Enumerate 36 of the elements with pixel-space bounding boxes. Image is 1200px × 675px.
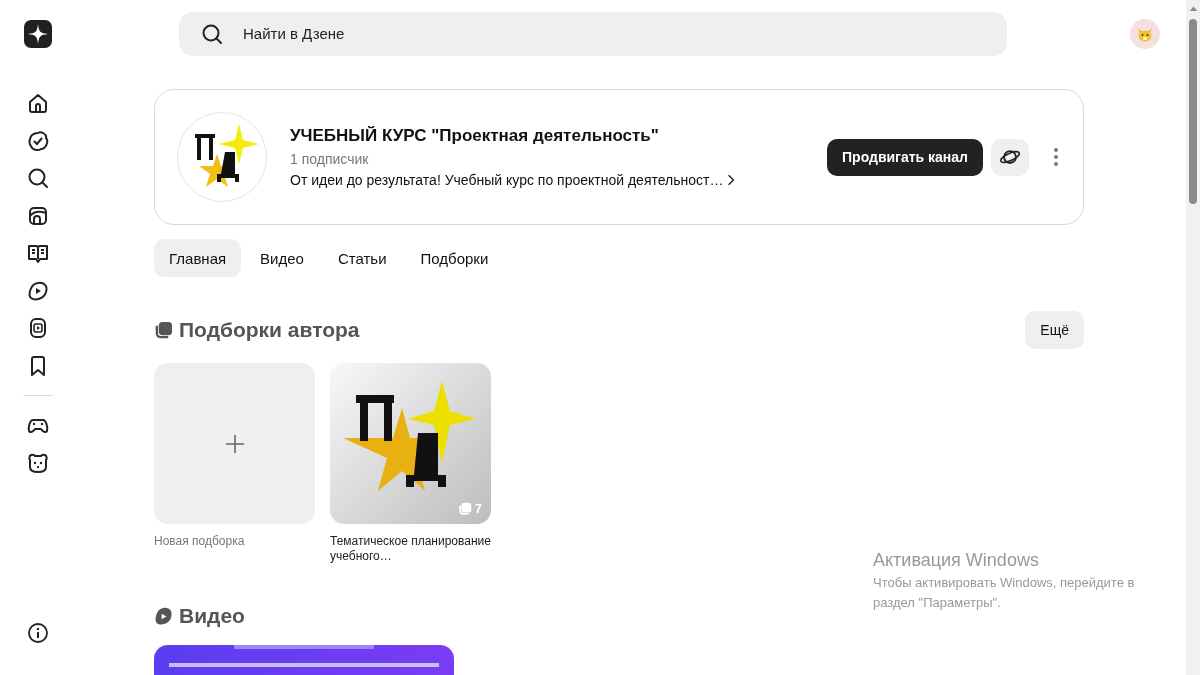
collection-icon (457, 501, 472, 516)
chevron-right-icon[interactable] (727, 174, 736, 186)
home-icon[interactable] (26, 92, 49, 114)
tab[interactable]: Видео (245, 239, 319, 277)
tab[interactable]: Подборки (405, 239, 504, 277)
layout-icon[interactable] (26, 204, 49, 227)
section-title: Видео (179, 604, 245, 628)
book-icon[interactable] (26, 242, 49, 264)
tile-caption[interactable]: Тематическое планирование учебного… (330, 534, 491, 564)
section-title: Подборки автора (179, 318, 360, 342)
play-icon[interactable] (26, 279, 49, 302)
activation-title: Активация Windows (873, 550, 1040, 571)
logo-icon[interactable] (23, 20, 52, 48)
promote-button[interactable]: Продвигать канал (827, 138, 983, 176)
collection-icon (154, 320, 173, 340)
tile-caption[interactable]: Новая подборка (154, 534, 315, 549)
info-icon[interactable] (26, 622, 49, 644)
channel-description[interactable]: От идеи до результата! Учебный курс по проектной деятельност… (290, 172, 724, 188)
activation-text: Чтобы активировать Windows, перейдите в раздел "Параметры". (873, 574, 1136, 612)
checkmark-icon[interactable] (26, 129, 49, 152)
search-field[interactable]: Найти в Дзене (179, 11, 1007, 56)
subscriber-count: 1 подписчик (290, 151, 370, 167)
plus-icon (224, 433, 245, 454)
tab[interactable]: Главная (154, 239, 242, 277)
scrollbar-thumb[interactable] (1189, 19, 1197, 204)
item-count: 7 (474, 501, 482, 516)
scroll-up-icon[interactable] (1188, 5, 1198, 11)
more-button[interactable]: Ещё (1025, 311, 1084, 349)
planet-button[interactable] (991, 138, 1029, 176)
tab[interactable]: Статьи (322, 239, 402, 277)
video-icon (154, 606, 173, 626)
bear-icon[interactable] (26, 452, 49, 474)
channel-title: УЧЕБНЫЙ КУРС "Проектная деятельность" (290, 126, 660, 146)
search-icon[interactable] (26, 167, 49, 189)
more-options-icon[interactable] (1053, 147, 1059, 167)
new-collection-tile[interactable] (154, 363, 315, 524)
